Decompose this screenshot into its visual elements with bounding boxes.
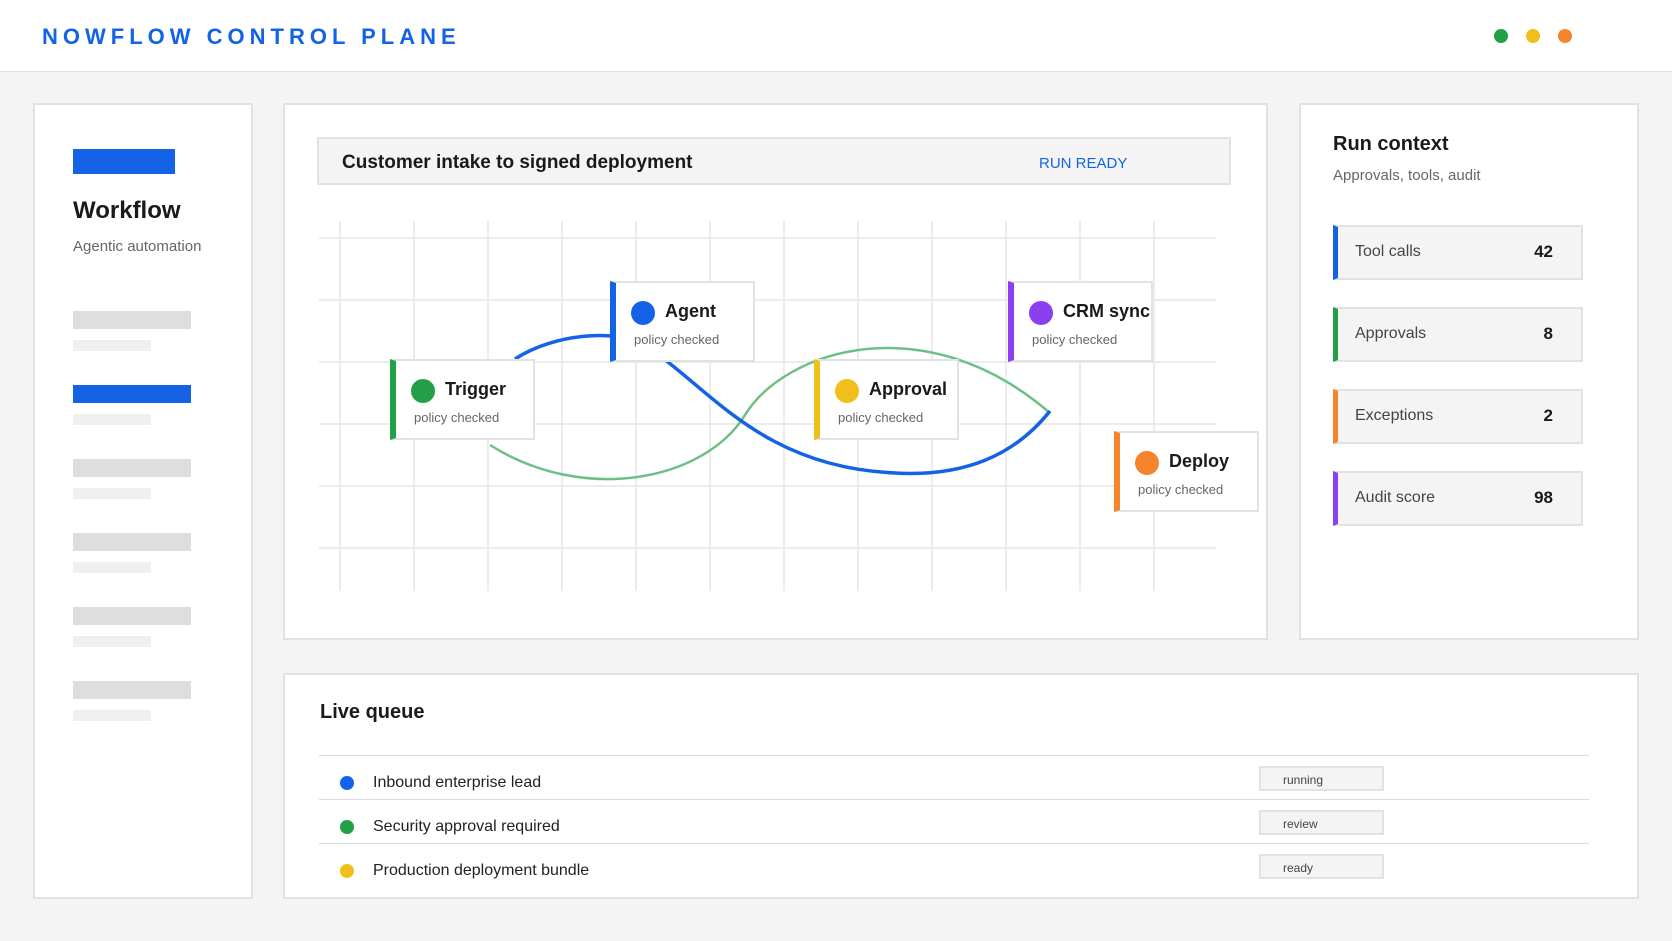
node-approval[interactable]: Approval policy checked [814, 359, 959, 440]
stat-label: Approvals [1355, 325, 1427, 342]
sidebar-subtitle: Agentic automation [73, 238, 202, 255]
queue-item-label: Inbound enterprise lead [373, 774, 542, 791]
queue-status-badge: running [1259, 766, 1384, 791]
live-queue-panel: Live queue Inbound enterprise lead runni… [283, 673, 1639, 899]
sidebar-item-6[interactable] [73, 681, 191, 699]
sidebar-item-6-meta [73, 710, 151, 721]
node-agent[interactable]: Agent policy checked [610, 281, 755, 362]
sidebar-brand-accent [73, 149, 175, 174]
queue-row[interactable]: Production deployment bundle ready [319, 843, 1589, 888]
node-subtitle: policy checked [414, 410, 500, 425]
agent-status-dot [631, 301, 655, 325]
queue-status-badge: review [1259, 810, 1384, 835]
window-dot-green[interactable] [1494, 29, 1508, 43]
sidebar-item-3[interactable] [73, 459, 191, 477]
queue-status-badge: ready [1259, 854, 1384, 879]
sidebar: Workflow Agentic automation [33, 103, 253, 899]
queue-item-label: Security approval required [373, 818, 560, 835]
stat-approvals[interactable]: Approvals 8 [1333, 307, 1583, 362]
sidebar-title: Workflow [73, 197, 181, 224]
sidebar-item-5-meta [73, 636, 151, 647]
crm-sync-status-dot [1029, 301, 1053, 325]
node-label: Trigger [445, 379, 507, 399]
node-label: CRM sync [1063, 301, 1151, 321]
queue-item-label: Production deployment bundle [373, 862, 590, 879]
run-context-subtitle: Approvals, tools, audit [1333, 167, 1481, 184]
workflow-canvas-panel: Customer intake to signed deployment RUN… [283, 103, 1268, 640]
app-title: NOWFLOW CONTROL PLANE [42, 24, 461, 49]
node-subtitle: policy checked [1032, 332, 1118, 347]
sidebar-item-3-meta [73, 488, 151, 499]
queue-status-dot [340, 864, 354, 878]
stat-label: Audit score [1355, 489, 1436, 506]
node-subtitle: policy checked [1138, 482, 1224, 497]
node-label: Deploy [1169, 451, 1230, 471]
node-crm-sync[interactable]: CRM sync policy checked [1008, 281, 1153, 362]
stat-value: 8 [1543, 324, 1553, 343]
connector-blue-path [514, 333, 1052, 476]
stat-value: 98 [1534, 488, 1553, 507]
live-queue-title: Live queue [320, 701, 425, 723]
sidebar-item-1-meta [73, 340, 151, 351]
deploy-status-dot [1135, 451, 1159, 475]
window-dot-orange[interactable] [1558, 29, 1572, 43]
stat-value: 42 [1534, 242, 1553, 261]
top-bar: NOWFLOW CONTROL PLANE [0, 0, 1672, 72]
stat-value: 2 [1543, 406, 1553, 425]
trigger-status-dot [411, 379, 435, 403]
stat-audit-score[interactable]: Audit score 98 [1333, 471, 1583, 526]
sidebar-item-2-active[interactable] [73, 385, 191, 403]
queue-status-dot [340, 820, 354, 834]
queue-status-dot [340, 776, 354, 790]
stat-exceptions[interactable]: Exceptions 2 [1333, 389, 1583, 444]
run-context-panel: Run context Approvals, tools, audit Tool… [1299, 103, 1639, 640]
stat-tool-calls[interactable]: Tool calls 42 [1333, 225, 1583, 280]
approval-status-dot [835, 379, 859, 403]
sidebar-item-2-meta [73, 414, 151, 425]
sidebar-item-1[interactable] [73, 311, 191, 329]
stat-label: Tool calls [1355, 243, 1421, 260]
connector-green-path [489, 346, 1051, 481]
sidebar-item-5[interactable] [73, 607, 191, 625]
sidebar-item-4-meta [73, 562, 151, 573]
stat-label: Exceptions [1355, 407, 1434, 424]
window-dot-yellow[interactable] [1526, 29, 1540, 43]
queue-row[interactable]: Inbound enterprise lead running [319, 755, 1589, 800]
node-subtitle: policy checked [634, 332, 720, 347]
run-context-title: Run context [1333, 133, 1449, 155]
sidebar-item-4[interactable] [73, 533, 191, 551]
node-subtitle: policy checked [838, 410, 924, 425]
queue-row[interactable]: Security approval required review [319, 799, 1589, 844]
node-deploy[interactable]: Deploy policy checked [1114, 431, 1259, 512]
node-trigger[interactable]: Trigger policy checked [390, 359, 535, 440]
node-label: Agent [665, 301, 716, 321]
node-label: Approval [869, 379, 948, 399]
